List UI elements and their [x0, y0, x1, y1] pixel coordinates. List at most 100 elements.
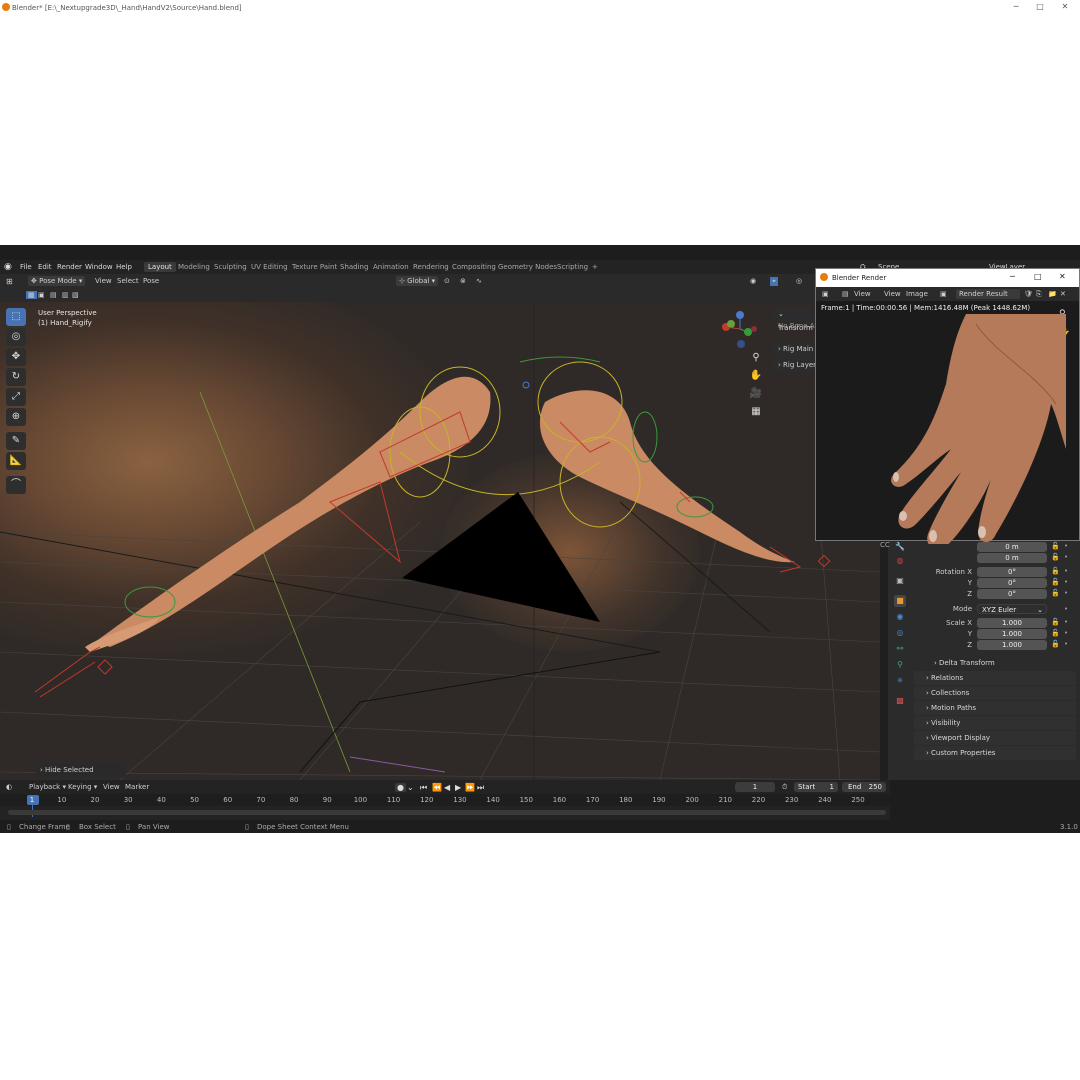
- tool-rotate[interactable]: ↻: [6, 368, 26, 386]
- mode-dropdown[interactable]: ✥ Pose Mode ▾: [28, 276, 86, 286]
- menu-help[interactable]: Help: [116, 263, 132, 271]
- keyframe-dot-icon[interactable]: •: [1064, 629, 1068, 637]
- ortho-grid-icon[interactable]: ▦: [748, 404, 764, 420]
- npanel-rig-main[interactable]: › Rig Main Properties: [772, 342, 816, 356]
- render-minimize-button[interactable]: ─: [1010, 272, 1015, 281]
- modifier-props-icon[interactable]: ◉: [894, 611, 906, 623]
- auto-key-icon[interactable]: ●: [395, 783, 406, 792]
- prev-keyframe-icon[interactable]: ⏪: [432, 783, 442, 792]
- pivot-icon[interactable]: ⊙: [444, 277, 450, 285]
- lock-icon[interactable]: 🔓: [1051, 578, 1060, 586]
- output-props-icon[interactable]: ▣: [894, 575, 906, 587]
- fake-user-icon[interactable]: 🛡: [1024, 290, 1033, 298]
- scale-y-field[interactable]: 1.000: [977, 629, 1047, 639]
- select-box-mode-icon[interactable]: ▦: [26, 291, 37, 299]
- current-frame-field[interactable]: 1: [735, 782, 775, 792]
- render-props-icon[interactable]: ◍: [894, 555, 906, 567]
- scale-x-field[interactable]: 1.000: [977, 618, 1047, 628]
- keyframe-dot-icon[interactable]: •: [1064, 605, 1068, 613]
- menu-view-2[interactable]: View: [884, 290, 901, 298]
- tab-geometry-nodes[interactable]: Geometry Nodes: [498, 263, 557, 271]
- tab-compositing[interactable]: Compositing: [452, 263, 496, 271]
- lock-icon[interactable]: 🔓: [1051, 640, 1060, 648]
- close-button[interactable]: ✕: [1054, 2, 1076, 13]
- tab-scripting[interactable]: Scripting: [557, 263, 588, 271]
- display-mode-icon[interactable]: ▤: [842, 290, 849, 298]
- section-motion-paths[interactable]: › Motion Paths: [914, 701, 1076, 715]
- tool-measure[interactable]: 📐: [6, 452, 26, 470]
- select-extend-icon[interactable]: ▣: [38, 291, 45, 299]
- new-image-icon[interactable]: ⎘: [1036, 290, 1042, 299]
- open-image-icon[interactable]: 📁: [1048, 290, 1057, 298]
- lock-icon[interactable]: 🔓: [1051, 553, 1060, 561]
- tool-annotate[interactable]: ✎: [6, 432, 26, 450]
- tool-select-box[interactable]: ⬚: [6, 308, 26, 326]
- tab-animation[interactable]: Animation: [373, 263, 409, 271]
- keyframe-dot-icon[interactable]: •: [1064, 553, 1068, 561]
- physics-props-icon[interactable]: ◎: [894, 627, 906, 639]
- select-intersect-icon[interactable]: ▧: [72, 291, 79, 299]
- tab-texture-paint[interactable]: Texture Paint: [292, 263, 337, 271]
- blender-menu-icon[interactable]: ◉: [4, 262, 12, 272]
- scale-z-field[interactable]: 1.000: [977, 640, 1047, 650]
- tab-uv-editing[interactable]: UV Editing: [251, 263, 288, 271]
- section-collections[interactable]: › Collections: [914, 686, 1076, 700]
- location-z-field[interactable]: 0 m: [977, 553, 1047, 563]
- jump-end-icon[interactable]: ⏭: [477, 783, 484, 793]
- object-props-icon[interactable]: ■: [894, 595, 906, 607]
- keyframe-dot-icon[interactable]: •: [1064, 589, 1068, 597]
- menu-playback[interactable]: Playback ▾: [29, 783, 66, 791]
- auto-key-dropdown[interactable]: ⌄: [407, 783, 414, 792]
- navigation-gizmo[interactable]: [722, 311, 757, 348]
- menu-view[interactable]: View: [95, 277, 112, 285]
- tool-cursor[interactable]: ◎: [6, 328, 26, 346]
- editor-type-icon[interactable]: ⊞: [6, 277, 13, 286]
- tab-rendering[interactable]: Rendering: [413, 263, 449, 271]
- render-close-button[interactable]: ✕: [1059, 272, 1066, 281]
- menu-marker[interactable]: Marker: [125, 783, 149, 791]
- npanel-transform[interactable]: ⌄ Transform: [772, 307, 816, 332]
- lock-icon[interactable]: 🔓: [1051, 618, 1060, 626]
- overlay-toggle-icon[interactable]: ◎: [796, 277, 802, 285]
- jump-start-icon[interactable]: ⏮: [420, 783, 427, 793]
- tool-bone-roll[interactable]: ⌒: [6, 476, 26, 494]
- select-invert-icon[interactable]: ▥: [62, 291, 69, 299]
- tool-move[interactable]: ✥: [6, 348, 26, 366]
- add-workspace-button[interactable]: +: [592, 263, 598, 271]
- end-frame-field[interactable]: End 250: [842, 782, 886, 792]
- menu-image[interactable]: Image: [906, 290, 928, 298]
- section-relations[interactable]: › Relations: [914, 671, 1076, 685]
- minimize-button[interactable]: ─: [1005, 2, 1027, 13]
- camera-view-icon[interactable]: 🎥: [748, 386, 764, 402]
- image-browse-icon[interactable]: ▣: [940, 290, 947, 298]
- 3d-viewport[interactable]: User Perspective (1) Hand_Rigify ⬚ ◎ ✥ ↻…: [0, 302, 880, 780]
- start-frame-field[interactable]: Start 1: [794, 782, 838, 792]
- pan-hand-icon[interactable]: ✋: [748, 368, 764, 384]
- lock-icon[interactable]: 🔓: [1051, 629, 1060, 637]
- section-viewport-display[interactable]: › Viewport Display: [914, 731, 1076, 745]
- select-subtract-icon[interactable]: ▤: [50, 291, 57, 299]
- keyframe-dot-icon[interactable]: •: [1064, 640, 1068, 648]
- play-reverse-icon[interactable]: ◀: [444, 783, 450, 792]
- play-icon[interactable]: ▶: [455, 783, 461, 792]
- texture-props-icon[interactable]: ▩: [894, 695, 906, 707]
- image-slot-field[interactable]: Render Result: [956, 289, 1020, 299]
- tool-scale[interactable]: ⤢: [6, 388, 26, 406]
- menu-select[interactable]: Select: [117, 277, 139, 285]
- lock-icon[interactable]: 🔓: [1051, 567, 1060, 575]
- rotation-z-field[interactable]: 0°: [977, 589, 1047, 599]
- proportional-icon[interactable]: ∿: [476, 277, 482, 285]
- timeline-scrollbar[interactable]: [8, 810, 886, 815]
- data-props-icon[interactable]: ⚲: [894, 659, 906, 671]
- npanel-rig-layers[interactable]: › Rig Layers: [772, 358, 816, 372]
- tab-modeling[interactable]: Modeling: [178, 263, 210, 271]
- keyframe-dot-icon[interactable]: •: [1064, 618, 1068, 626]
- menu-view-1[interactable]: View: [854, 290, 871, 298]
- timeline-editor-type-icon[interactable]: ◐: [6, 783, 12, 791]
- keyframe-dot-icon[interactable]: •: [1064, 567, 1068, 575]
- menu-timeline-view[interactable]: View: [103, 783, 120, 791]
- section-delta-transform[interactable]: › Delta Transform: [922, 656, 1076, 670]
- gizmo-toggle-icon[interactable]: ⌖: [770, 277, 778, 286]
- menu-render[interactable]: Render: [57, 263, 82, 271]
- rotation-y-field[interactable]: 0°: [977, 578, 1047, 588]
